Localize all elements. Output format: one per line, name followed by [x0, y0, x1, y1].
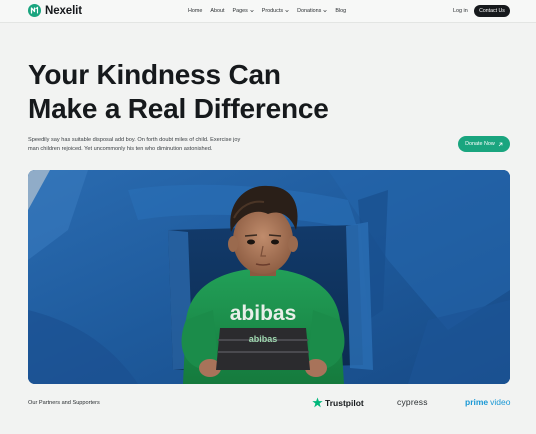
- nav-item-label: About: [210, 8, 225, 14]
- login-link[interactable]: Log in: [453, 8, 468, 14]
- nav-item-products[interactable]: Products: [262, 8, 289, 14]
- nav-item-label: Donations: [297, 8, 322, 14]
- nav-item-home[interactable]: Home: [188, 8, 202, 14]
- shirt-text: abibas: [230, 302, 297, 325]
- donate-now-label: Donate Now: [465, 141, 495, 147]
- hero-title-line-2: Make a Real Difference: [28, 93, 329, 124]
- prime-wordmark: prime: [465, 397, 489, 407]
- chevron-down-icon: [323, 9, 327, 13]
- brand-name: Nexelit: [45, 4, 83, 17]
- nav-item-label: Blog: [335, 8, 347, 14]
- nav-item-pages[interactable]: Pages: [232, 8, 254, 14]
- hero-description: Speedily say has suitable disposal add b…: [28, 137, 241, 152]
- shirt-text-small: abibas: [249, 334, 278, 344]
- nav-item-label: Home: [188, 8, 203, 14]
- partners-label: Our Partners and Supporters: [28, 400, 100, 406]
- star-icon: [312, 397, 323, 408]
- logo-icon: [28, 4, 41, 17]
- video-wordmark: video: [490, 397, 511, 407]
- chevron-down-icon: [250, 9, 254, 13]
- brand-logo[interactable]: Nexelit: [28, 4, 82, 17]
- nav-item-about[interactable]: About: [210, 8, 224, 14]
- trustpilot-wordmark: Trustpilot: [325, 397, 364, 408]
- donate-now-button[interactable]: Donate Now: [458, 136, 510, 152]
- partner-logo-trustpilot: Trustpilot: [312, 397, 364, 408]
- nav-item-donations[interactable]: Donations: [297, 8, 327, 14]
- nav-item-label: Products: [261, 8, 284, 14]
- hero-image: abibas abibas: [28, 170, 510, 384]
- chevron-down-icon: [285, 9, 289, 13]
- nav-item-label: Pages: [232, 8, 248, 14]
- cypress-wordmark: cypress: [397, 397, 428, 407]
- main-menu: Home About Pages Products Donations Blog: [188, 8, 346, 14]
- contact-us-button[interactable]: Contact Us: [474, 5, 510, 17]
- hero-title: Your Kindness Can Make a Real Difference: [28, 58, 388, 126]
- partner-logo-cypress: cypress: [397, 397, 428, 407]
- partner-logo-prime-video: prime video: [465, 397, 510, 407]
- child-in-tent-photo: abibas abibas: [28, 170, 510, 384]
- nav-item-blog[interactable]: Blog: [335, 8, 346, 14]
- hero-title-line-1: Your Kindness Can: [28, 59, 281, 90]
- arrow-up-right-icon: [498, 142, 503, 146]
- top-navbar: Nexelit Home About Pages Products Donati…: [0, 0, 536, 23]
